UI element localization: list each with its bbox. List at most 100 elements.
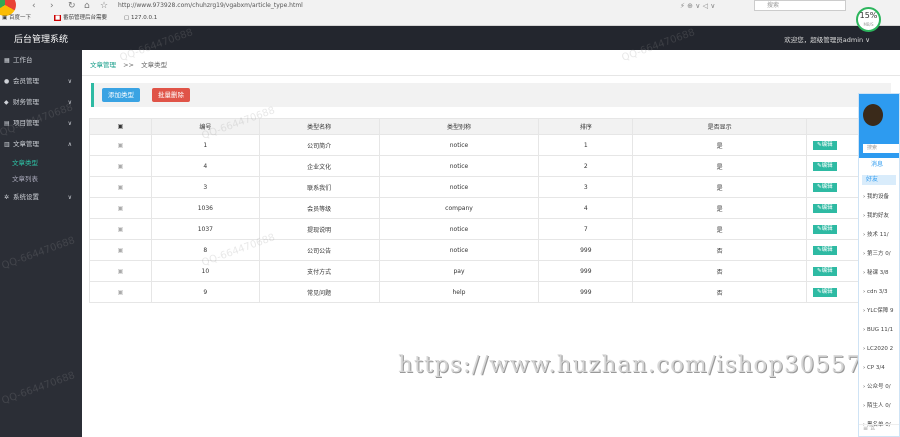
cell-sort: 999 [538, 239, 634, 261]
qq-group-item[interactable]: › CP 3/4 [859, 359, 899, 378]
qq-group-item[interactable]: › 技术 11/ [859, 226, 899, 245]
table-row: ▣ 9 常见问题 help 999 否 ✎编辑 [89, 281, 859, 303]
qq-group-item[interactable]: › 秘课 3/8 [859, 264, 899, 283]
cell-id: 4 [150, 155, 260, 177]
sidebar-item-label: 文章管理 [13, 140, 39, 148]
row-checkbox[interactable]: ▣ [89, 218, 152, 240]
user-menu[interactable]: 欢迎您，超级管理员admin ∨ [784, 34, 870, 44]
cell-alias: notice [378, 176, 540, 198]
sidebar-item-finance[interactable]: ◆ 财务管理 ∨ [0, 92, 82, 113]
browser-chrome: ‹ › ↻ ⌂ ☆ http://www.973928.com/chuhzrg1… [0, 0, 900, 26]
sidebar-item-projects[interactable]: ▤ 项目管理 ∨ [0, 113, 82, 134]
address-actions[interactable]: ⚡ ⊕ ∨ ◁ ∨ [680, 0, 715, 12]
qq-group-item[interactable]: › 我的好友 [859, 207, 899, 226]
project-icon: ▤ [4, 120, 10, 127]
cell-sort: 2 [538, 155, 634, 177]
address-bar[interactable]: http://www.973928.com/chuhzrg19/vgabxm/a… [118, 0, 738, 12]
cell-name: 常见问题 [258, 281, 380, 303]
cell-sort: 7 [538, 218, 634, 240]
chevron-up-icon: ∧ [67, 141, 72, 148]
bookmark-item[interactable]: ■ 番茄管理后台需要 [54, 14, 107, 23]
cell-alias: notice [378, 218, 540, 240]
cell-actions: ✎编辑 [806, 176, 859, 198]
edit-button[interactable]: ✎编辑 [813, 245, 837, 255]
qq-group-item[interactable]: › LC2020 2 [859, 340, 899, 359]
chevron-down-icon: ∨ [67, 78, 72, 85]
breadcrumb-separator: >> [123, 61, 134, 69]
cell-id: 3 [150, 176, 260, 198]
home-icon[interactable]: ⌂ [84, 1, 90, 11]
edit-button[interactable]: ✎编辑 [813, 203, 837, 213]
member-icon: ● [4, 78, 10, 85]
qq-panel-footer[interactable]: ≡ ♙ [859, 424, 899, 436]
edit-button[interactable]: ✎编辑 [813, 161, 837, 171]
row-checkbox[interactable]: ▣ [89, 260, 152, 282]
avatar[interactable] [863, 104, 883, 126]
cell-sort: 4 [538, 197, 634, 219]
app-title: 后台管理系统 [14, 35, 69, 45]
back-icon[interactable]: ‹ [32, 1, 36, 11]
edit-button[interactable]: ✎编辑 [813, 266, 837, 276]
qq-group-item[interactable]: › 陌生人 0/ [859, 397, 899, 416]
edit-label: 编辑 [821, 141, 833, 148]
qq-tab-messages[interactable]: 消息 [859, 158, 899, 172]
qq-search-input[interactable]: 搜索 [863, 144, 899, 153]
app-topbar: 后台管理系统 欢迎您，超级管理员admin ∨ [0, 26, 900, 50]
qq-group-item[interactable]: › cdn 3/3 [859, 283, 899, 302]
row-checkbox[interactable]: ▣ [89, 197, 152, 219]
refresh-icon[interactable]: ↻ [68, 1, 76, 11]
cell-name: 企业文化 [258, 155, 380, 177]
sidebar-subitem-article-types[interactable]: 文章类型 [0, 155, 82, 171]
cell-id: 9 [150, 281, 260, 303]
batch-delete-button[interactable]: 批量删除 [152, 88, 190, 102]
row-checkbox[interactable]: ▣ [89, 281, 152, 303]
qq-tab-friends[interactable]: 好友 [862, 175, 896, 185]
sidebar-item-settings[interactable]: ✲ 系统设置 ∨ [0, 187, 82, 208]
qq-panel-header: 搜索 [859, 94, 899, 158]
cell-sort: 999 [538, 260, 634, 282]
sidebar-subitem-article-list[interactable]: 文章列表 [0, 171, 82, 187]
edit-button[interactable]: ✎编辑 [813, 287, 837, 297]
cell-show: 否 [632, 239, 808, 261]
qq-group-item[interactable]: › BUG 11/1 [859, 321, 899, 340]
row-checkbox[interactable]: ▣ [89, 176, 152, 198]
qq-group-item[interactable]: › 公众号 0/ [859, 378, 899, 397]
cell-id: 10 [150, 260, 260, 282]
cell-actions: ✎编辑 [806, 239, 859, 261]
cell-alias: help [378, 281, 540, 303]
row-checkbox[interactable]: ▣ [89, 134, 152, 156]
cell-id: 1036 [150, 197, 260, 219]
edit-label: 编辑 [821, 225, 833, 232]
breadcrumb-root-link[interactable]: 文章管理 [90, 61, 116, 69]
table-row: ▣ 1036 会员等级 company 4 是 ✎编辑 [89, 197, 859, 219]
qq-group-item[interactable]: › YLC保障 9 [859, 302, 899, 321]
sidebar-item-articles[interactable]: ▥ 文章管理 ∧ [0, 134, 82, 155]
browser-search-input[interactable]: 搜索 [754, 0, 846, 11]
edit-button[interactable]: ✎编辑 [813, 140, 837, 150]
cell-show: 是 [632, 197, 808, 219]
add-type-button[interactable]: 添加类型 [102, 88, 140, 102]
edit-label: 编辑 [821, 183, 833, 190]
forward-icon[interactable]: › [50, 1, 54, 11]
edit-label: 编辑 [821, 246, 833, 253]
qq-group-label: 第三方 0/ [866, 251, 891, 257]
sidebar-item-dashboard[interactable]: ▦ 工作台 [0, 50, 82, 71]
sidebar-item-members[interactable]: ● 会员管理 ∨ [0, 71, 82, 92]
cell-show: 是 [632, 218, 808, 240]
main-content: 文章管理 >> 文章类型 添加类型 批量删除 ▣ 编号 类型名称 类型别称 排序… [82, 50, 900, 437]
cell-alias: notice [378, 239, 540, 261]
row-checkbox[interactable]: ▣ [89, 155, 152, 177]
edit-label: 编辑 [821, 162, 833, 169]
bookmark-star-icon[interactable]: ☆ [100, 1, 108, 11]
bookmark-item[interactable]: ▢ 127.0.0.1 [124, 14, 157, 23]
network-speed-widget[interactable]: 15% MB/S [856, 7, 881, 32]
edit-button[interactable]: ✎编辑 [813, 224, 837, 234]
edit-button[interactable]: ✎编辑 [813, 182, 837, 192]
cell-show: 是 [632, 155, 808, 177]
qq-group-item[interactable]: › 第三方 0/ [859, 245, 899, 264]
qq-group-item[interactable]: › 我的设备 [859, 188, 899, 207]
row-checkbox[interactable]: ▣ [89, 239, 152, 261]
divider [82, 75, 900, 76]
select-all-checkbox[interactable]: ▣ [89, 118, 152, 135]
bookmark-item[interactable]: ▣ 百度一下 [2, 14, 31, 23]
